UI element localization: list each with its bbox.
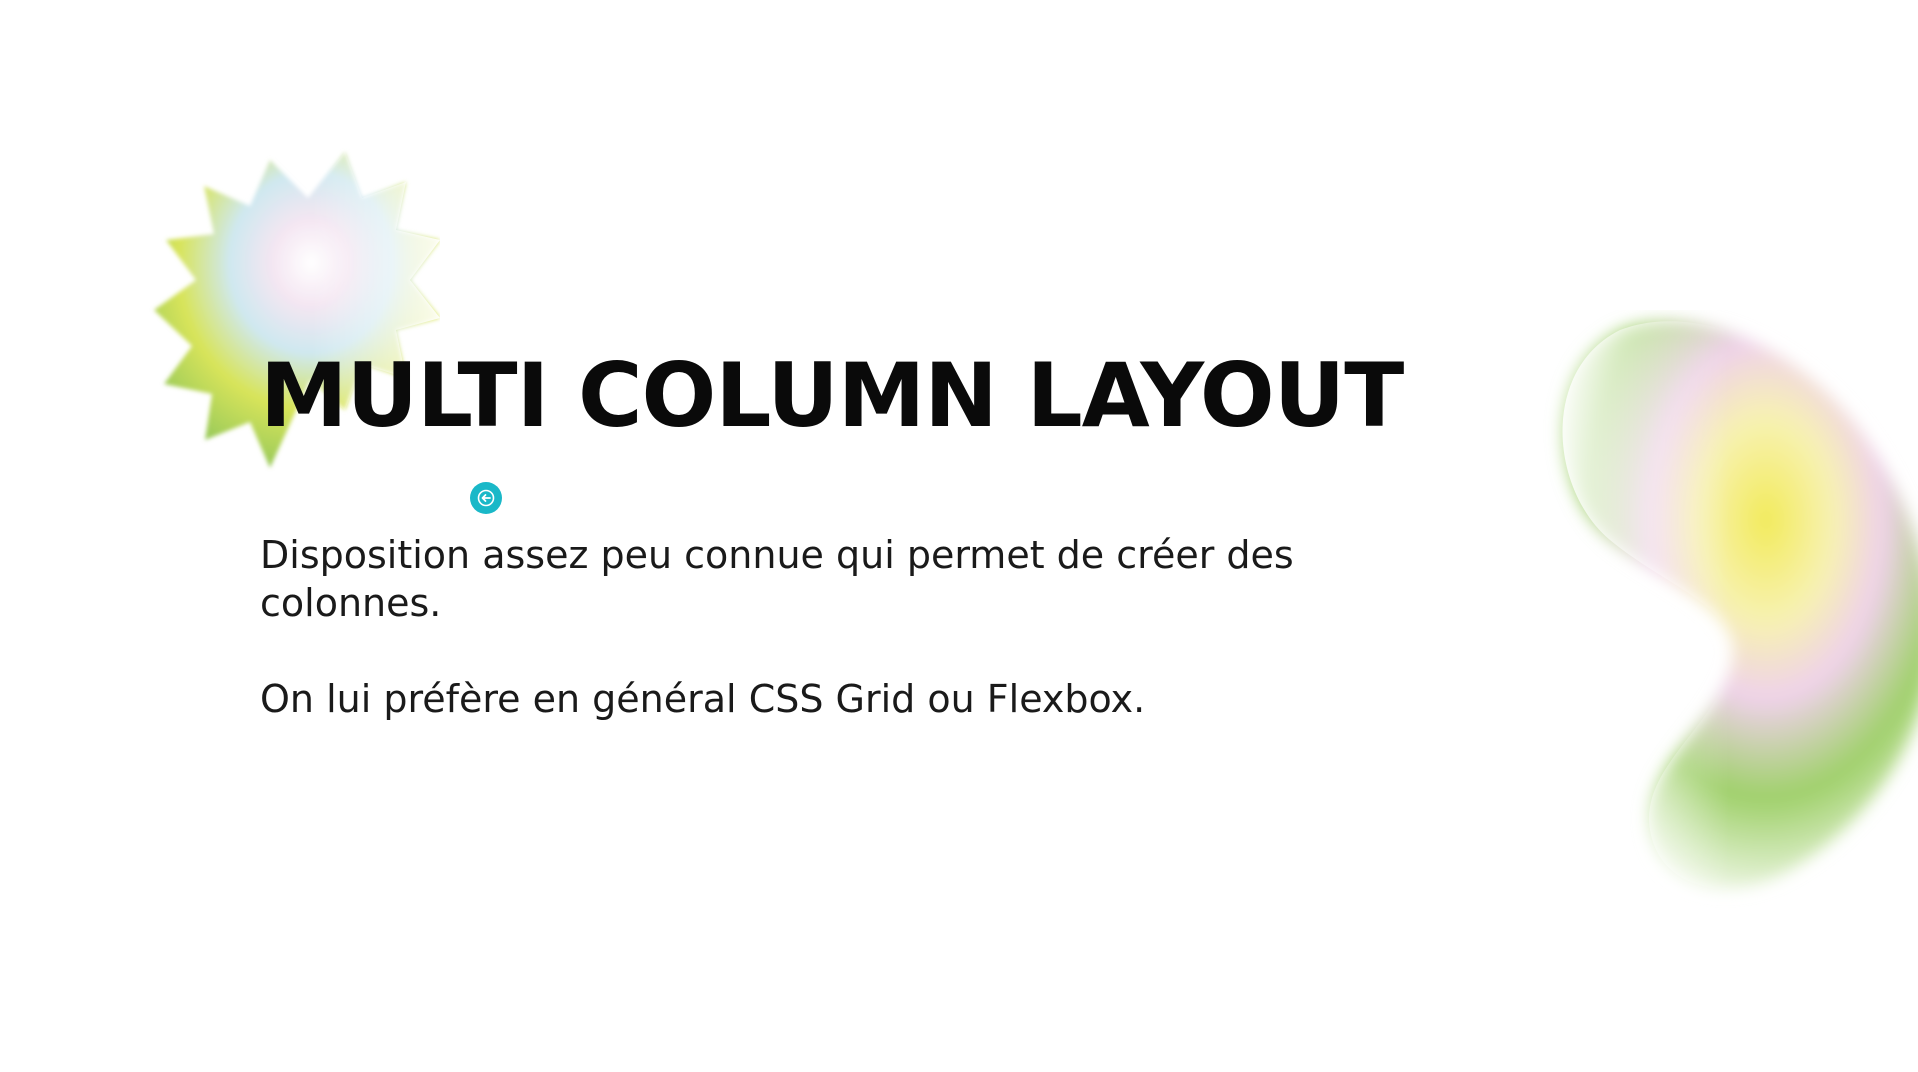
slide-paragraph: On lui préfère en général CSS Grid ou Fl… (260, 677, 1146, 722)
back-button[interactable] (470, 482, 502, 514)
slide-title: MULTI COLUMN LAYOUT (260, 344, 1404, 447)
slide: MULTI COLUMN LAYOUT Disposition assez pe… (0, 0, 1918, 1072)
blob-decoration (1562, 321, 1918, 889)
arrow-left-icon (477, 489, 495, 507)
slide-paragraph: Disposition assez peu connue qui permet … (260, 533, 1294, 626)
slide-content: MULTI COLUMN LAYOUT Disposition assez pe… (260, 344, 1460, 724)
